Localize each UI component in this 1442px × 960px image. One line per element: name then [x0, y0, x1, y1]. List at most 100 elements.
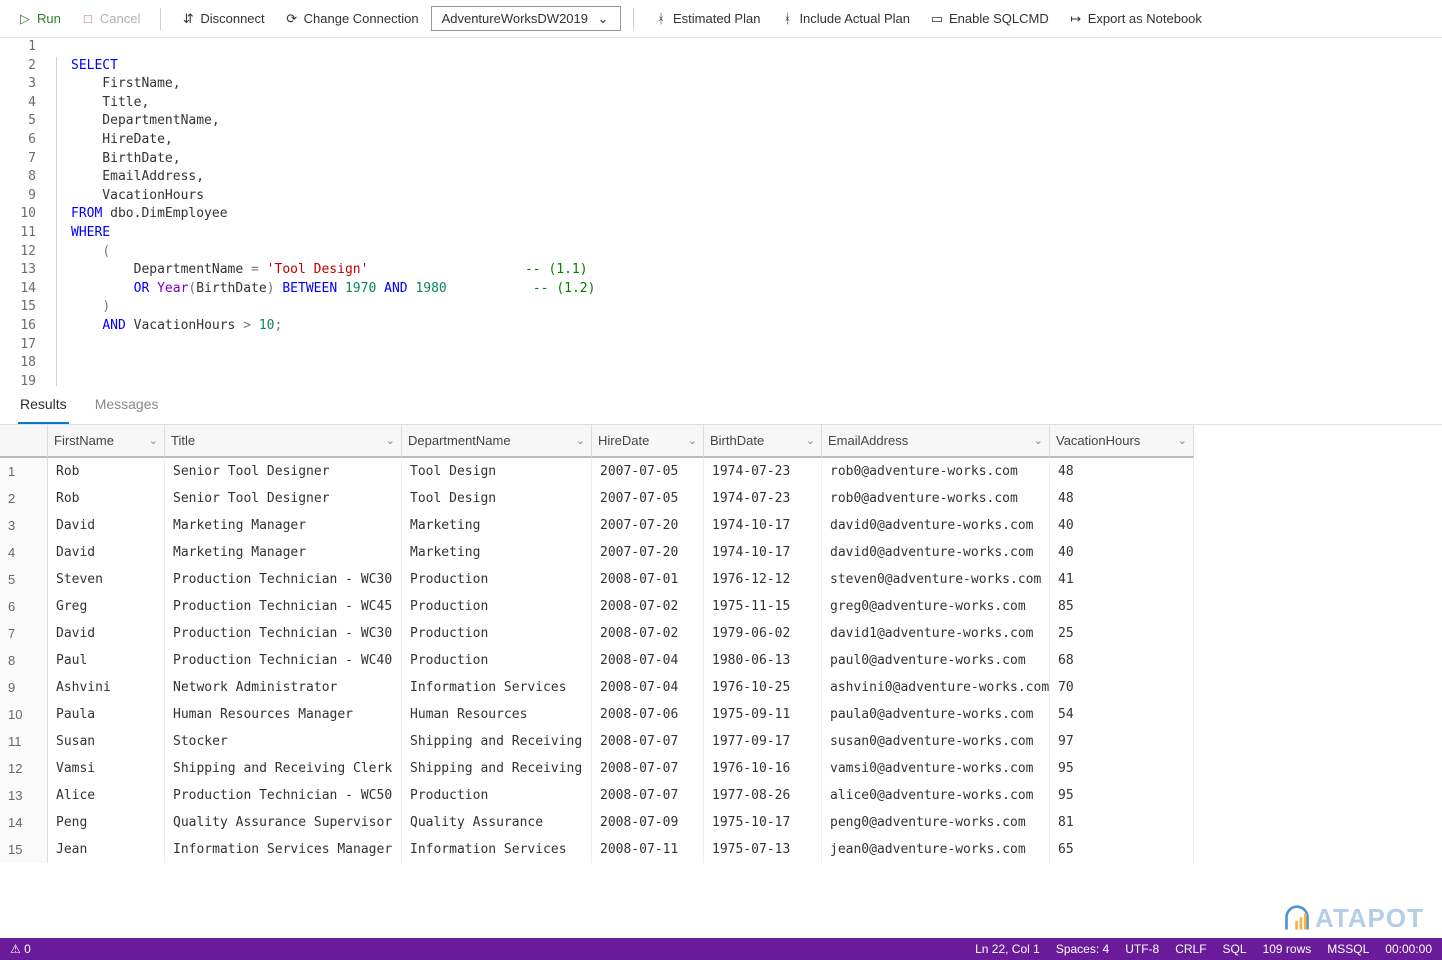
cell[interactable]: 2008-07-07	[592, 755, 704, 782]
disconnect-button[interactable]: ⇵ Disconnect	[173, 7, 272, 30]
cell[interactable]: 1974-07-23	[704, 458, 822, 485]
status-provider[interactable]: MSSQL	[1327, 942, 1369, 956]
cell[interactable]: jean0@adventure-works.com	[822, 836, 1050, 863]
row-number[interactable]: 15	[0, 836, 48, 863]
cell[interactable]: 2008-07-04	[592, 647, 704, 674]
cell[interactable]: Production	[402, 593, 592, 620]
cell[interactable]: Production Technician - WC30	[165, 566, 402, 593]
cell[interactable]: Production	[402, 647, 592, 674]
cell[interactable]: Shipping and Receiving Clerk	[165, 755, 402, 782]
cell[interactable]: ashvini0@adventure-works.com	[822, 674, 1050, 701]
cell[interactable]: 2008-07-07	[592, 728, 704, 755]
results-pane[interactable]: FirstName⌄Title⌄DepartmentName⌄HireDate⌄…	[0, 425, 1442, 938]
cell[interactable]: david0@adventure-works.com	[822, 512, 1050, 539]
row-number[interactable]: 11	[0, 728, 48, 755]
tab-results[interactable]: Results	[18, 386, 69, 424]
cell[interactable]: 41	[1050, 566, 1194, 593]
estimated-plan-button[interactable]: ᚼ Estimated Plan	[646, 7, 768, 30]
cell[interactable]: 54	[1050, 701, 1194, 728]
cell[interactable]: steven0@adventure-works.com	[822, 566, 1050, 593]
status-encoding[interactable]: UTF-8	[1125, 942, 1159, 956]
cell[interactable]: 1975-09-11	[704, 701, 822, 728]
row-number[interactable]: 6	[0, 593, 48, 620]
cell[interactable]: 97	[1050, 728, 1194, 755]
row-number[interactable]: 9	[0, 674, 48, 701]
results-grid[interactable]: FirstName⌄Title⌄DepartmentName⌄HireDate⌄…	[0, 425, 1442, 863]
cell[interactable]: Paul	[48, 647, 165, 674]
column-header[interactable]: Title⌄	[165, 425, 402, 458]
cell[interactable]: greg0@adventure-works.com	[822, 593, 1050, 620]
cell[interactable]: susan0@adventure-works.com	[822, 728, 1050, 755]
sql-editor[interactable]: 12345678910111213141516171819 SELECT Fir…	[0, 38, 1442, 386]
cell[interactable]: Production Technician - WC40	[165, 647, 402, 674]
column-header[interactable]: EmailAddress⌄	[822, 425, 1050, 458]
cell[interactable]: 2008-07-06	[592, 701, 704, 728]
row-number[interactable]: 12	[0, 755, 48, 782]
cell[interactable]: peng0@adventure-works.com	[822, 809, 1050, 836]
cell[interactable]: Quality Assurance Supervisor	[165, 809, 402, 836]
cell[interactable]: 2008-07-09	[592, 809, 704, 836]
database-select[interactable]: AdventureWorksDW2019 ⌄	[431, 6, 621, 31]
cell[interactable]: 2008-07-11	[592, 836, 704, 863]
cell[interactable]: 95	[1050, 755, 1194, 782]
cell[interactable]: 1974-07-23	[704, 485, 822, 512]
cell[interactable]: Steven	[48, 566, 165, 593]
column-header[interactable]: BirthDate⌄	[704, 425, 822, 458]
cell[interactable]: 1976-12-12	[704, 566, 822, 593]
cell[interactable]: 81	[1050, 809, 1194, 836]
cell[interactable]: Tool Design	[402, 485, 592, 512]
cell[interactable]: Marketing	[402, 539, 592, 566]
cell[interactable]: Susan	[48, 728, 165, 755]
cell[interactable]: Tool Design	[402, 458, 592, 485]
column-header[interactable]: HireDate⌄	[592, 425, 704, 458]
cell[interactable]: Production	[402, 566, 592, 593]
cell[interactable]: Production Technician - WC45	[165, 593, 402, 620]
cell[interactable]: rob0@adventure-works.com	[822, 458, 1050, 485]
cell[interactable]: Rob	[48, 485, 165, 512]
row-number[interactable]: 7	[0, 620, 48, 647]
cell[interactable]: rob0@adventure-works.com	[822, 485, 1050, 512]
cell[interactable]: Paula	[48, 701, 165, 728]
export-notebook-button[interactable]: ↦ Export as Notebook	[1061, 7, 1210, 30]
cell[interactable]: 2008-07-04	[592, 674, 704, 701]
status-eol[interactable]: CRLF	[1175, 942, 1206, 956]
cell[interactable]: Human Resources Manager	[165, 701, 402, 728]
cell[interactable]: Production	[402, 782, 592, 809]
cell[interactable]: Senior Tool Designer	[165, 485, 402, 512]
cell[interactable]: 2007-07-05	[592, 458, 704, 485]
cell[interactable]: 1974-10-17	[704, 539, 822, 566]
cell[interactable]: paul0@adventure-works.com	[822, 647, 1050, 674]
cell[interactable]: david1@adventure-works.com	[822, 620, 1050, 647]
run-button[interactable]: ▷ Run	[10, 7, 69, 30]
row-number[interactable]: 8	[0, 647, 48, 674]
cell[interactable]: alice0@adventure-works.com	[822, 782, 1050, 809]
cell[interactable]: Human Resources	[402, 701, 592, 728]
cell[interactable]: Peng	[48, 809, 165, 836]
row-number[interactable]: 4	[0, 539, 48, 566]
cell[interactable]: 2007-07-05	[592, 485, 704, 512]
cell[interactable]: 48	[1050, 458, 1194, 485]
actual-plan-button[interactable]: ᚼ Include Actual Plan	[772, 7, 918, 30]
cell[interactable]: Greg	[48, 593, 165, 620]
cell[interactable]: vamsi0@adventure-works.com	[822, 755, 1050, 782]
cell[interactable]: Stocker	[165, 728, 402, 755]
column-header[interactable]: DepartmentName⌄	[402, 425, 592, 458]
cell[interactable]: 1980-06-13	[704, 647, 822, 674]
cell[interactable]: david0@adventure-works.com	[822, 539, 1050, 566]
cell[interactable]: 25	[1050, 620, 1194, 647]
cell[interactable]: 2008-07-02	[592, 593, 704, 620]
cell[interactable]: Shipping and Receiving	[402, 755, 592, 782]
cell[interactable]: 1976-10-25	[704, 674, 822, 701]
status-rows[interactable]: 109 rows	[1263, 942, 1312, 956]
cell[interactable]: 2008-07-01	[592, 566, 704, 593]
cell[interactable]: Senior Tool Designer	[165, 458, 402, 485]
cell[interactable]: 1977-09-17	[704, 728, 822, 755]
cell[interactable]: 70	[1050, 674, 1194, 701]
cell[interactable]: 1979-06-02	[704, 620, 822, 647]
cell[interactable]: 40	[1050, 512, 1194, 539]
tab-messages[interactable]: Messages	[93, 386, 161, 424]
status-time[interactable]: 00:00:00	[1385, 942, 1432, 956]
cell[interactable]: 2007-07-20	[592, 539, 704, 566]
cell[interactable]: 1977-08-26	[704, 782, 822, 809]
cell[interactable]: 68	[1050, 647, 1194, 674]
